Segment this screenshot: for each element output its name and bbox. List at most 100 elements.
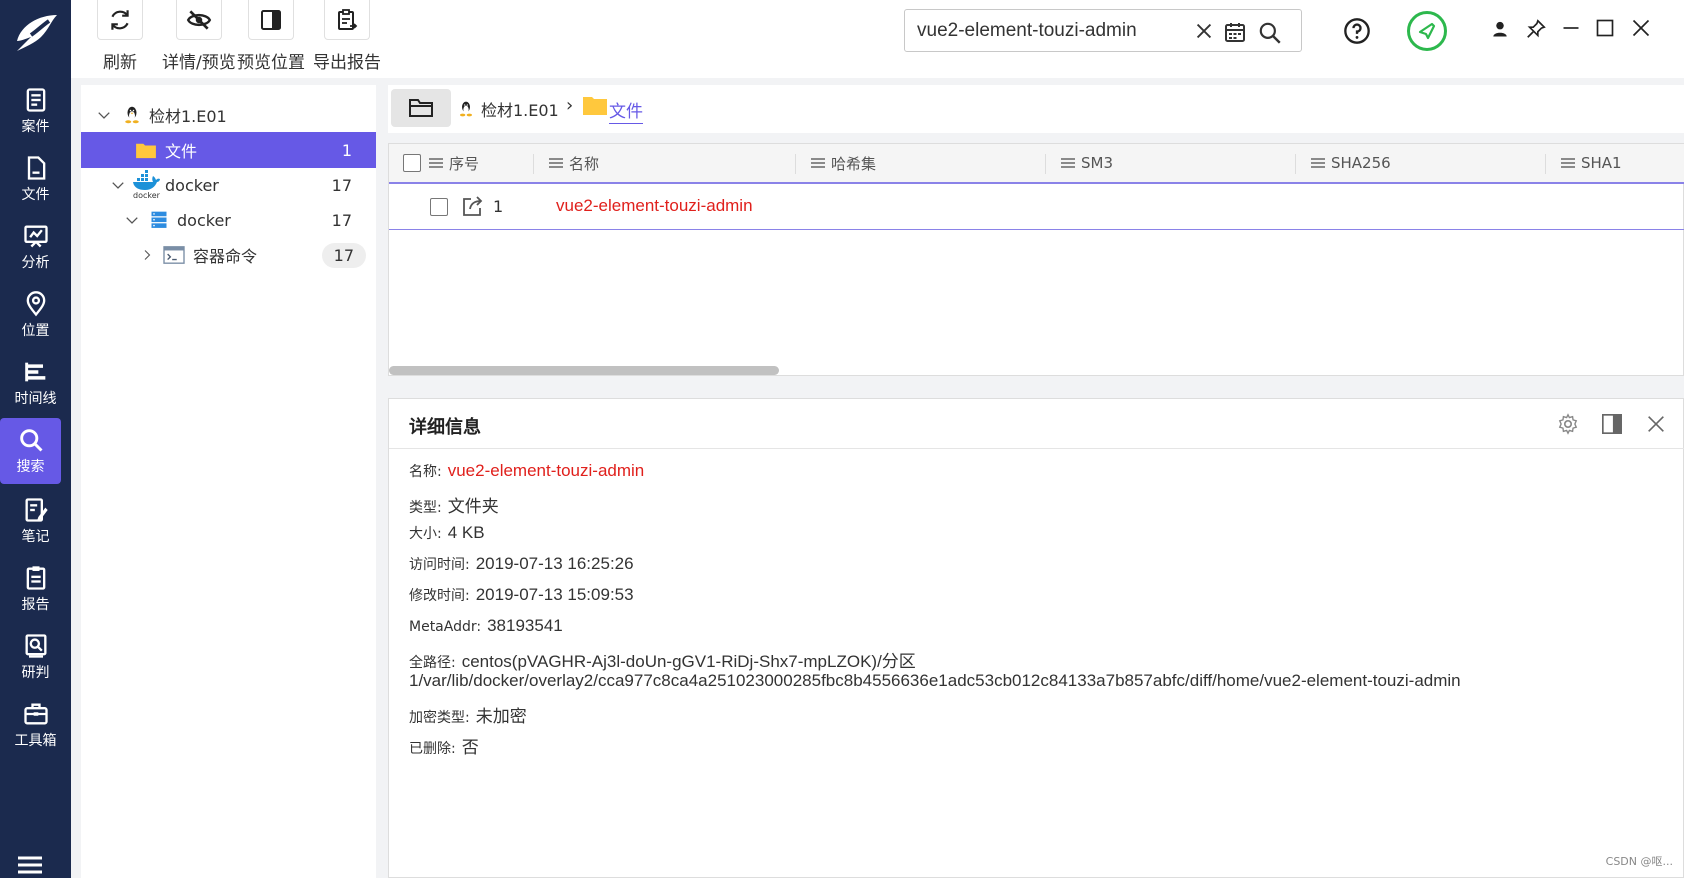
detail-atime-label: 访问时间: (409, 557, 470, 573)
column-divider[interactable] (795, 154, 796, 174)
menu-icon[interactable] (18, 855, 42, 875)
tree-node-root[interactable]: 检材1.E01 (81, 97, 376, 133)
col-hashset-header[interactable]: 哈希集 (811, 144, 876, 182)
column-menu-icon (1311, 158, 1325, 168)
timeline-icon (24, 362, 45, 382)
column-divider[interactable] (533, 154, 534, 174)
nav-judge[interactable]: 研判 (0, 624, 71, 690)
refresh-button[interactable]: 刷新 (97, 0, 143, 73)
column-menu-icon (811, 158, 825, 168)
evidence-tree: 检材1.E01 文件 1 docker docker 17 docker 17 … (81, 85, 376, 878)
detail-enc-label: 加密类型: (409, 710, 470, 726)
detail-del-label: 已删除: (409, 741, 456, 757)
tree-node-docker-sub[interactable]: docker 17 (81, 202, 376, 238)
table-row[interactable]: 1 vue2-element-touzi-admin (389, 184, 1684, 230)
tree-node-docker[interactable]: docker docker 17 (81, 167, 376, 203)
folder-view-button[interactable] (391, 89, 451, 127)
column-divider[interactable] (1045, 154, 1046, 174)
col-index-header[interactable]: 序号 (429, 144, 479, 182)
search-input[interactable] (917, 19, 1197, 42)
chevron-down-icon[interactable] (111, 178, 125, 192)
database-icon (151, 211, 167, 228)
row-index: 1 (493, 197, 504, 216)
export-report-button[interactable]: 导出报告 (313, 0, 381, 73)
nav-toolbox[interactable]: 工具箱 (0, 692, 71, 758)
app-window: 案件 文件 分析 位置 时间线 搜索 笔记 报告 研判 工具箱 刷新 详情/预览… (0, 0, 1684, 878)
column-menu-icon (1061, 158, 1075, 168)
help-icon[interactable] (1343, 17, 1371, 45)
open-external-icon[interactable] (461, 195, 485, 217)
detail-name: 名称: vue2-element-touzi-admin (409, 461, 644, 481)
linux-tux-icon (125, 106, 139, 124)
report-icon (26, 566, 45, 590)
maximize-icon[interactable] (1595, 18, 1615, 38)
nav-note[interactable]: 笔记 (0, 488, 71, 554)
detail-title: 详细信息 (409, 417, 481, 438)
tree-node-container-cmd[interactable]: 容器命令 17 (81, 237, 376, 273)
app-logo-icon (16, 15, 57, 51)
nav-file-label: 文件 (21, 187, 50, 203)
nav-analysis[interactable]: 分析 (0, 214, 71, 280)
nav-file[interactable]: 文件 (0, 146, 71, 212)
tree-files-label: 文件 (165, 142, 198, 161)
folder-outline-icon (409, 99, 433, 117)
nav-report[interactable]: 报告 (0, 556, 71, 622)
col-hashset-label: 哈希集 (831, 154, 877, 173)
nav-search-label: 搜索 (16, 459, 45, 475)
col-sha1-header[interactable]: SHA1 (1561, 144, 1622, 182)
col-sha256-header[interactable]: SHA256 (1311, 144, 1391, 182)
horizontal-scrollbar[interactable] (389, 366, 779, 375)
docker-whale-icon (133, 170, 160, 190)
tree-node-files[interactable]: 文件 1 (81, 132, 376, 168)
nav-timeline[interactable]: 时间线 (0, 350, 71, 416)
row-checkbox[interactable] (430, 198, 448, 216)
preview-position-button[interactable]: 预览位置 (237, 0, 305, 73)
docker-logo: docker (131, 170, 161, 200)
close-window-icon[interactable] (1631, 18, 1651, 38)
nav-toolbox-label: 工具箱 (14, 733, 57, 749)
panel-icon-box (248, 0, 294, 40)
nav-analysis-label: 分析 (21, 255, 50, 271)
detail-path-label: 全路径: (409, 655, 456, 671)
clear-icon[interactable] (1193, 20, 1215, 42)
preview-position-label: 预览位置 (237, 53, 305, 73)
status-shield-icon[interactable] (1406, 10, 1448, 52)
eye-icon-box (175, 0, 222, 40)
row-name[interactable]: vue2-element-touzi-admin (556, 196, 753, 216)
gear-icon[interactable] (1557, 413, 1579, 435)
details-preview-button[interactable]: 详情/预览 (162, 0, 236, 73)
user-icon[interactable] (1490, 19, 1510, 39)
detail-atime: 访问时间: 2019-07-13 16:25:26 (409, 554, 634, 574)
detail-mtime: 修改时间: 2019-07-13 15:09:53 (409, 585, 634, 605)
location-icon (26, 291, 45, 317)
nav-location[interactable]: 位置 (0, 282, 71, 348)
nav-case[interactable]: 案件 (0, 78, 71, 144)
chevron-down-icon[interactable] (125, 213, 139, 227)
chevron-right-icon[interactable] (141, 248, 153, 262)
refresh-icon-box (97, 0, 143, 40)
search-submit-icon[interactable] (1257, 20, 1283, 46)
minimize-icon[interactable] (1561, 18, 1581, 38)
breadcrumb-separator: › (566, 95, 574, 116)
close-icon[interactable] (1645, 413, 1667, 435)
column-menu-icon (1561, 158, 1575, 168)
nav-search[interactable]: 搜索 (0, 418, 61, 484)
pin-icon[interactable] (1525, 18, 1547, 40)
detail-path: 全路径: centos(pVAGHR-Aj3l-doUn-gGV1-RiDj-Sh… (409, 647, 916, 672)
column-divider[interactable] (1545, 154, 1546, 174)
col-sm3-header[interactable]: SM3 (1061, 144, 1113, 182)
breadcrumb-current[interactable]: 文件 (609, 97, 643, 124)
watermark: CSDN @呕... (1605, 855, 1673, 868)
panel-right-icon[interactable] (1601, 413, 1623, 435)
select-all-checkbox[interactable] (403, 154, 421, 172)
column-divider[interactable] (1295, 154, 1296, 174)
note-icon (25, 498, 48, 522)
chevron-down-icon[interactable] (97, 108, 111, 122)
tree-docker2-count: 17 (331, 210, 352, 230)
calendar-icon[interactable] (1223, 20, 1247, 44)
detail-meta-value: 38193541 (487, 616, 563, 635)
refresh-label: 刷新 (103, 53, 137, 73)
col-sha1-label: SHA1 (1581, 154, 1622, 172)
breadcrumb-root[interactable]: 检材1.E01 (481, 97, 559, 121)
col-name-header[interactable]: 名称 (549, 144, 599, 182)
